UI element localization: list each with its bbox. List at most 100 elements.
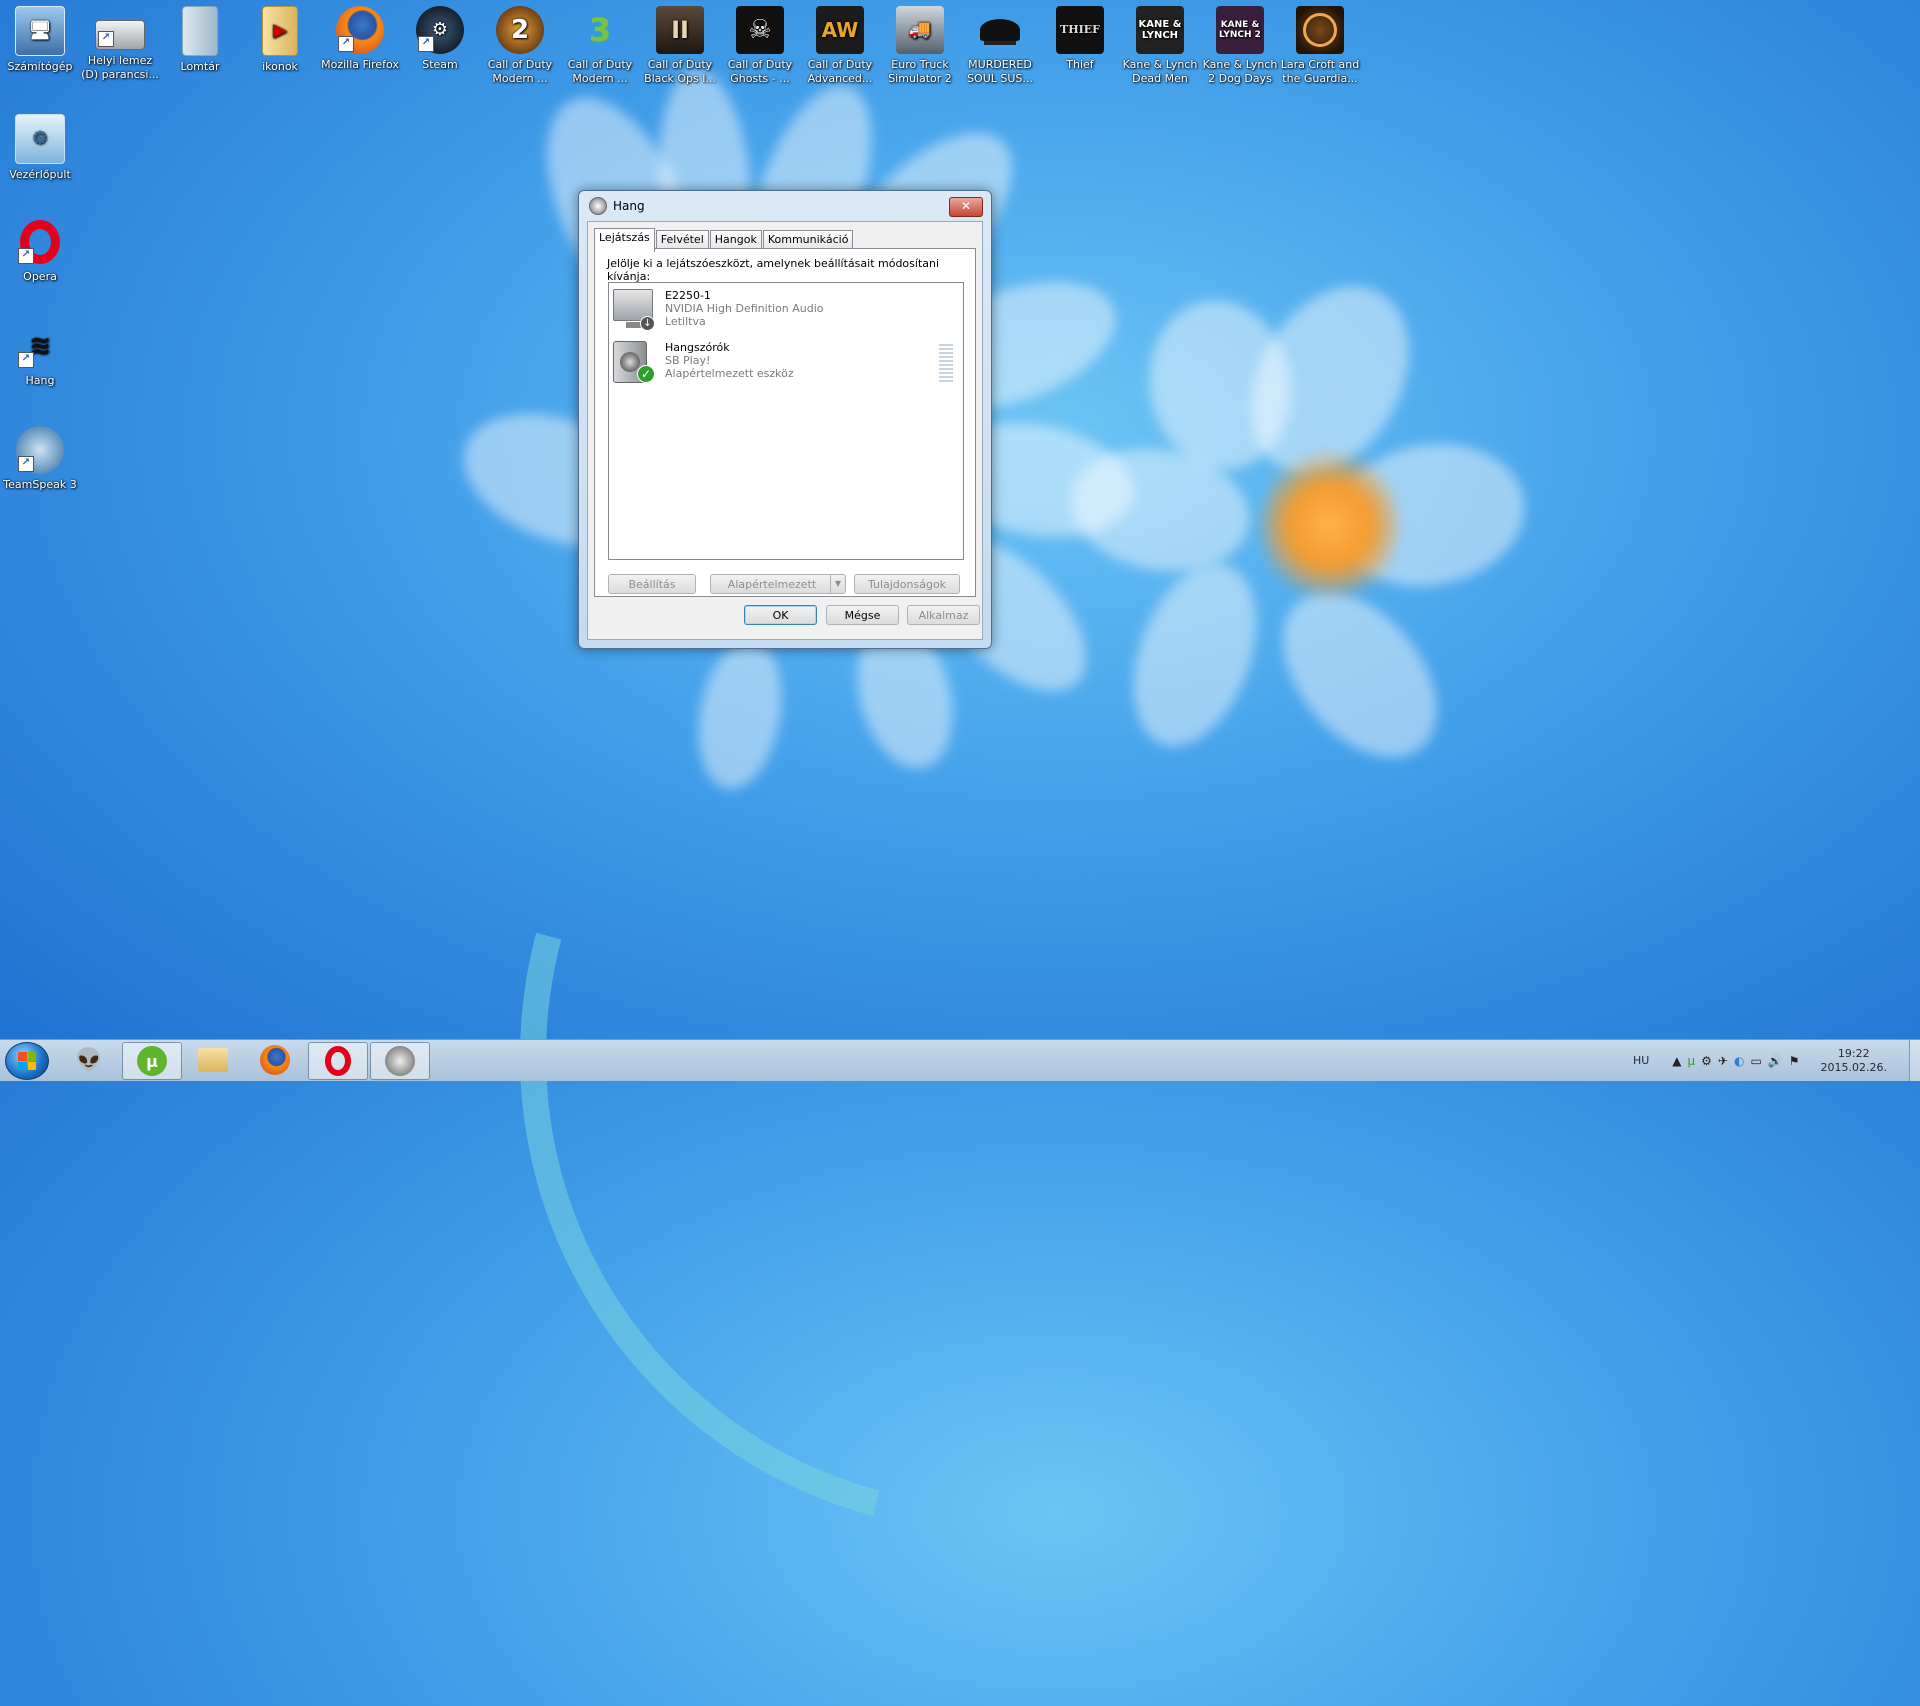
- alien-icon: 👽: [75, 1047, 103, 1073]
- desktop-icon-recycle-bin[interactable]: Lomtár: [160, 6, 240, 74]
- tab-recording[interactable]: Felvétel: [655, 230, 709, 250]
- taskbar-app-utorrent[interactable]: µ: [122, 1042, 182, 1080]
- desktop-icon-cod-aw[interactable]: AW Call of Duty Advanced...: [800, 6, 880, 86]
- firefox-icon: ↗: [336, 6, 384, 54]
- cod-bo2-icon: II: [656, 6, 704, 54]
- desktop-icon-label: Helyi lemez (D) parancsi...: [81, 54, 159, 81]
- taskbar-app-explorer[interactable]: [184, 1042, 242, 1078]
- desktop-icon-teamspeak[interactable]: ↗ TeamSpeak 3: [0, 426, 80, 492]
- desktop-icon-label: Call of Duty Modern ...: [567, 58, 633, 85]
- desktop-icon-label: Mozilla Firefox: [321, 58, 399, 71]
- disabled-arrow-icon: ↓: [640, 316, 655, 331]
- desktop-icon-label: Steam: [422, 58, 458, 71]
- desktop-icon-label: Vezérlőpult: [9, 168, 71, 181]
- clock[interactable]: 19:22 2015.02.26.: [1821, 1047, 1887, 1075]
- monitor-tray-icon[interactable]: ▭: [1750, 1054, 1761, 1068]
- desktop-icon-label: Lomtár: [180, 60, 220, 73]
- properties-button[interactable]: Tulajdonságok: [854, 574, 960, 594]
- utorrent-tray-icon[interactable]: µ: [1688, 1054, 1696, 1068]
- desktop-icon-opera[interactable]: ↗ Opera: [0, 218, 80, 284]
- desktop-icon-kane-lynch[interactable]: KANE & LYNCH Kane & Lynch Dead Men: [1120, 6, 1200, 86]
- desktop-icon-cod-mw2[interactable]: 2 Call of Duty Modern ...: [480, 6, 560, 86]
- start-button[interactable]: [5, 1042, 49, 1080]
- device-item-e2250[interactable]: ↓ E2250-1 NVIDIA High Definition Audio L…: [613, 289, 824, 331]
- hang-icon: ≋ ↗: [16, 322, 64, 370]
- chevron-down-icon[interactable]: ▼: [830, 575, 845, 593]
- desktop-icon-local-disk[interactable]: ↗ Helyi lemez (D) parancsi...: [80, 6, 160, 82]
- shortcut-arrow-icon: ↗: [338, 36, 354, 52]
- clock-date: 2015.02.26.: [1820, 1060, 1887, 1074]
- sound-dialog: Hang ✕ Lejátszás Felvétel Hangok Kommuni…: [578, 190, 992, 649]
- steam-icon: ⚙ ↗: [416, 6, 464, 54]
- desktop-icon-label: Opera: [23, 270, 57, 283]
- desktop-icon-label: ikonok: [262, 60, 298, 73]
- desktop-icon-control-panel[interactable]: ⚙ Vezérlőpult: [0, 114, 80, 182]
- clock-time: 19:22: [1837, 1046, 1870, 1060]
- volume-icon[interactable]: 🔊: [1768, 1054, 1783, 1068]
- shield-icon[interactable]: ◐: [1734, 1054, 1744, 1068]
- desktop-icon-steam[interactable]: ⚙ ↗ Steam: [400, 6, 480, 72]
- desktop-icon-computer[interactable]: 🖥 Számítógép: [0, 6, 80, 74]
- teamspeak-icon: ↗: [16, 426, 64, 474]
- taskbar-app-opera[interactable]: [308, 1042, 368, 1080]
- tab-communications[interactable]: Kommunikáció: [762, 230, 854, 250]
- cod-ghosts-icon: ☠: [736, 6, 784, 54]
- control-panel-icon: ⚙: [15, 114, 65, 164]
- desktop-icon-murdered[interactable]: MURDERED SOUL SUS...: [960, 6, 1040, 86]
- desktop-icon-ikonok[interactable]: ▶ ikonok: [240, 6, 320, 74]
- playback-panel: Jelölje ki a lejátszóeszközt, amelynek b…: [594, 248, 976, 597]
- set-default-button[interactable]: Alapértelmezett ▼: [710, 574, 846, 594]
- speaker-icon: [385, 1046, 415, 1076]
- utorrent-icon: µ: [137, 1046, 167, 1076]
- desktop-icon-label: Lara Croft and the Guardia...: [1280, 58, 1360, 85]
- dialog-body: Lejátszás Felvétel Hangok Kommunikáció J…: [587, 221, 983, 640]
- monitor-icon: ↓: [613, 289, 655, 331]
- cod-mw3-icon: 3: [588, 11, 612, 49]
- language-indicator[interactable]: HU: [1633, 1054, 1649, 1067]
- device-list[interactable]: ↓ E2250-1 NVIDIA High Definition Audio L…: [608, 282, 964, 560]
- desktop-icon-ets2[interactable]: 🚚 Euro Truck Simulator 2: [880, 6, 960, 86]
- speaker-device-icon: ✓: [613, 341, 655, 383]
- desktop-icon-cod-ghosts[interactable]: ☠ Call of Duty Ghosts - ...: [720, 6, 800, 86]
- close-button[interactable]: ✕: [949, 197, 983, 217]
- chevron-up-icon[interactable]: ▲: [1672, 1054, 1681, 1068]
- configure-button[interactable]: Beállítás: [608, 574, 696, 594]
- desktop-icon-label: Call of Duty Black Ops I...: [644, 58, 716, 85]
- thief-icon: THIEF: [1056, 6, 1104, 54]
- firefox-icon: [260, 1045, 290, 1075]
- device-driver: SB Play!: [665, 354, 711, 367]
- taskbar-app-firefox[interactable]: [246, 1042, 304, 1078]
- desktop-icon-thief[interactable]: THIEF Thief: [1040, 6, 1120, 72]
- shortcut-arrow-icon: ↗: [418, 36, 434, 52]
- desktop-icon-firefox[interactable]: ↗ Mozilla Firefox: [320, 6, 400, 72]
- windows-logo-icon: [18, 1052, 36, 1070]
- device-driver: NVIDIA High Definition Audio: [665, 302, 824, 315]
- apply-button[interactable]: Alkalmaz: [907, 605, 980, 625]
- cod-aw-icon: AW: [816, 6, 864, 54]
- desktop-icon-label: Call of Duty Advanced...: [807, 58, 873, 85]
- desktop-icon-kane-lynch-2[interactable]: KANE & LYNCH 2 Kane & Lynch 2 Dog Days: [1200, 6, 1280, 86]
- taskbar-app-alien[interactable]: 👽: [60, 1042, 118, 1078]
- tab-playback[interactable]: Lejátszás: [594, 228, 655, 252]
- instruction-text: Jelölje ki a lejátszóeszközt, amelynek b…: [607, 257, 940, 283]
- lara-croft-icon: [1296, 6, 1344, 54]
- tab-sounds[interactable]: Hangok: [709, 230, 762, 250]
- shortcut-arrow-icon: ↗: [98, 31, 114, 47]
- folder-icon: [198, 1048, 228, 1072]
- show-desktop-button[interactable]: [1909, 1040, 1920, 1081]
- opera-icon: [323, 1046, 353, 1076]
- action-center-flag-icon[interactable]: ⚑: [1789, 1054, 1800, 1068]
- taskbar-app-sound[interactable]: [370, 1042, 430, 1080]
- cod-mw2-icon: 2: [496, 6, 544, 54]
- network-icon[interactable]: ✈: [1718, 1054, 1728, 1068]
- desktop-icon-cod-mw3[interactable]: 3 Call of Duty Modern ...: [560, 6, 640, 86]
- steam-tray-icon[interactable]: ⚙: [1701, 1054, 1712, 1068]
- desktop-icon-lara-croft[interactable]: Lara Croft and the Guardia...: [1280, 6, 1360, 86]
- desktop-icon-cod-bo2[interactable]: II Call of Duty Black Ops I...: [640, 6, 720, 86]
- cancel-button[interactable]: Mégse: [826, 605, 899, 625]
- dialog-titlebar[interactable]: Hang: [579, 191, 991, 221]
- ok-button[interactable]: OK: [744, 605, 817, 625]
- device-item-speakers[interactable]: ✓ Hangszórók SB Play! Alapértelmezett es…: [613, 341, 794, 383]
- truck-icon: 🚚: [896, 6, 944, 54]
- desktop-icon-hang[interactable]: ≋ ↗ Hang: [0, 322, 80, 388]
